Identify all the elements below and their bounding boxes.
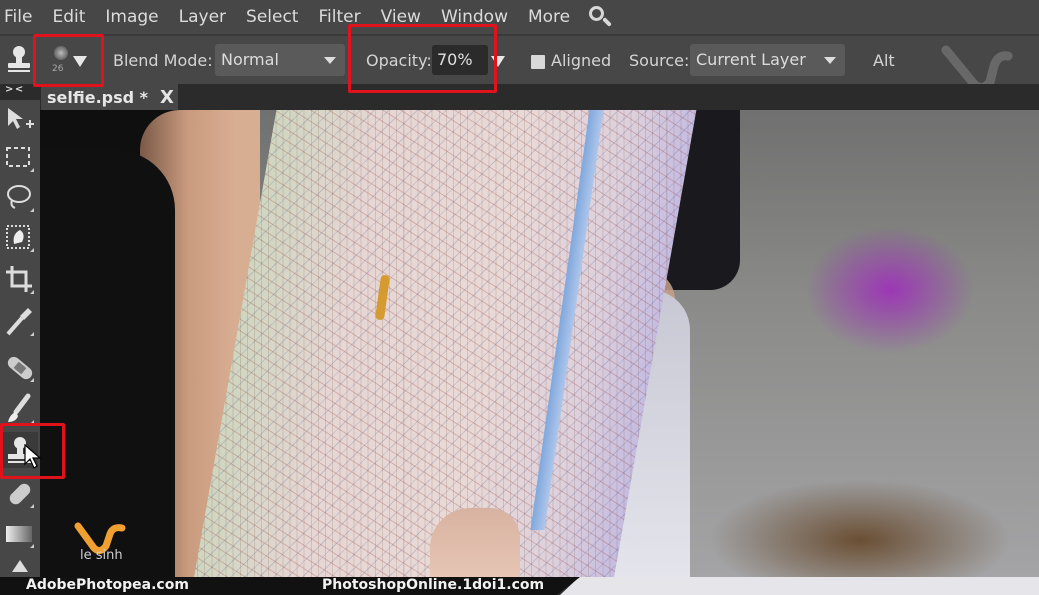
bucket-icon <box>12 560 28 572</box>
menu-bar: File Edit Image Layer Select Filter View… <box>0 0 1039 34</box>
search-icon[interactable] <box>586 3 614 31</box>
menu-edit[interactable]: Edit <box>42 7 95 27</box>
chevron-down-icon <box>324 57 336 64</box>
brush-dropdown-arrow-icon[interactable] <box>73 56 87 67</box>
tools-panel <box>0 100 40 577</box>
aligned-checkbox[interactable] <box>531 55 545 69</box>
menu-select[interactable]: Select <box>236 7 308 27</box>
tab-title: selfie.psd * <box>47 87 149 107</box>
menu-view[interactable]: View <box>371 7 431 27</box>
chevron-down-icon <box>824 57 836 64</box>
blend-mode-select[interactable]: Normal <box>215 44 345 76</box>
options-bar: 26 Blend Mode: Normal Opacity: 70% Align… <box>0 34 1039 84</box>
gradient-tool[interactable] <box>2 516 38 552</box>
blend-mode-label: Blend Mode: <box>113 51 213 70</box>
aligned-label[interactable]: Aligned <box>551 51 611 70</box>
mouse-cursor-icon <box>24 444 42 469</box>
source-label: Source: <box>629 51 690 70</box>
photo-map <box>190 110 699 577</box>
footer-light-band <box>560 577 1039 595</box>
document-canvas[interactable] <box>40 110 1039 577</box>
clone-stamp-icon <box>8 46 30 72</box>
close-icon[interactable]: X <box>160 87 174 108</box>
watermark-text: le sinh <box>80 548 123 563</box>
footer-link-photoshoponline: PhotoshopOnline.1doi1.com <box>322 577 545 593</box>
opacity-input[interactable]: 70% <box>432 45 488 75</box>
healing-tool[interactable] <box>2 350 38 386</box>
brush-size: 26 <box>52 64 64 74</box>
alt-label: Alt <box>873 51 895 70</box>
lasso-tool[interactable] <box>2 180 38 216</box>
opacity-label: Opacity: <box>366 51 432 70</box>
menu-window[interactable]: Window <box>431 7 518 27</box>
opacity-slider-arrow-icon[interactable] <box>491 56 505 67</box>
footer-banner: AdobePhotopea.com PhotoshopOnline.1doi1.… <box>0 577 1039 595</box>
move-icon <box>8 108 34 129</box>
brush-tool[interactable] <box>2 392 38 428</box>
eraser-tool[interactable] <box>2 476 38 512</box>
blend-mode-value: Normal <box>221 50 279 69</box>
document-tab-bar: > < selfie.psd * X <box>0 84 1039 110</box>
menu-filter[interactable]: Filter <box>308 7 370 27</box>
fill-tool[interactable] <box>2 552 38 577</box>
tab-selfie-psd[interactable]: selfie.psd * X <box>41 84 178 110</box>
collapse-panels-button[interactable]: > < <box>5 84 23 95</box>
menu-image[interactable]: Image <box>95 7 168 27</box>
photo-shirt-front <box>40 150 175 577</box>
crop-tool[interactable] <box>2 262 38 298</box>
marquee-tool[interactable] <box>2 140 38 176</box>
footer-link-adobephotopea: AdobePhotopea.com <box>26 577 189 593</box>
menu-more[interactable]: More <box>518 7 580 27</box>
source-select[interactable]: Current Layer <box>690 44 845 76</box>
source-value: Current Layer <box>696 50 806 69</box>
menu-file[interactable]: File <box>0 7 42 27</box>
photo-thumb <box>430 508 520 577</box>
brush-tip-icon <box>54 46 68 60</box>
menu-layer[interactable]: Layer <box>169 7 236 27</box>
move-tool[interactable] <box>2 102 38 138</box>
eyedropper-tool[interactable] <box>2 304 38 340</box>
quick-select-tool[interactable] <box>2 220 38 256</box>
